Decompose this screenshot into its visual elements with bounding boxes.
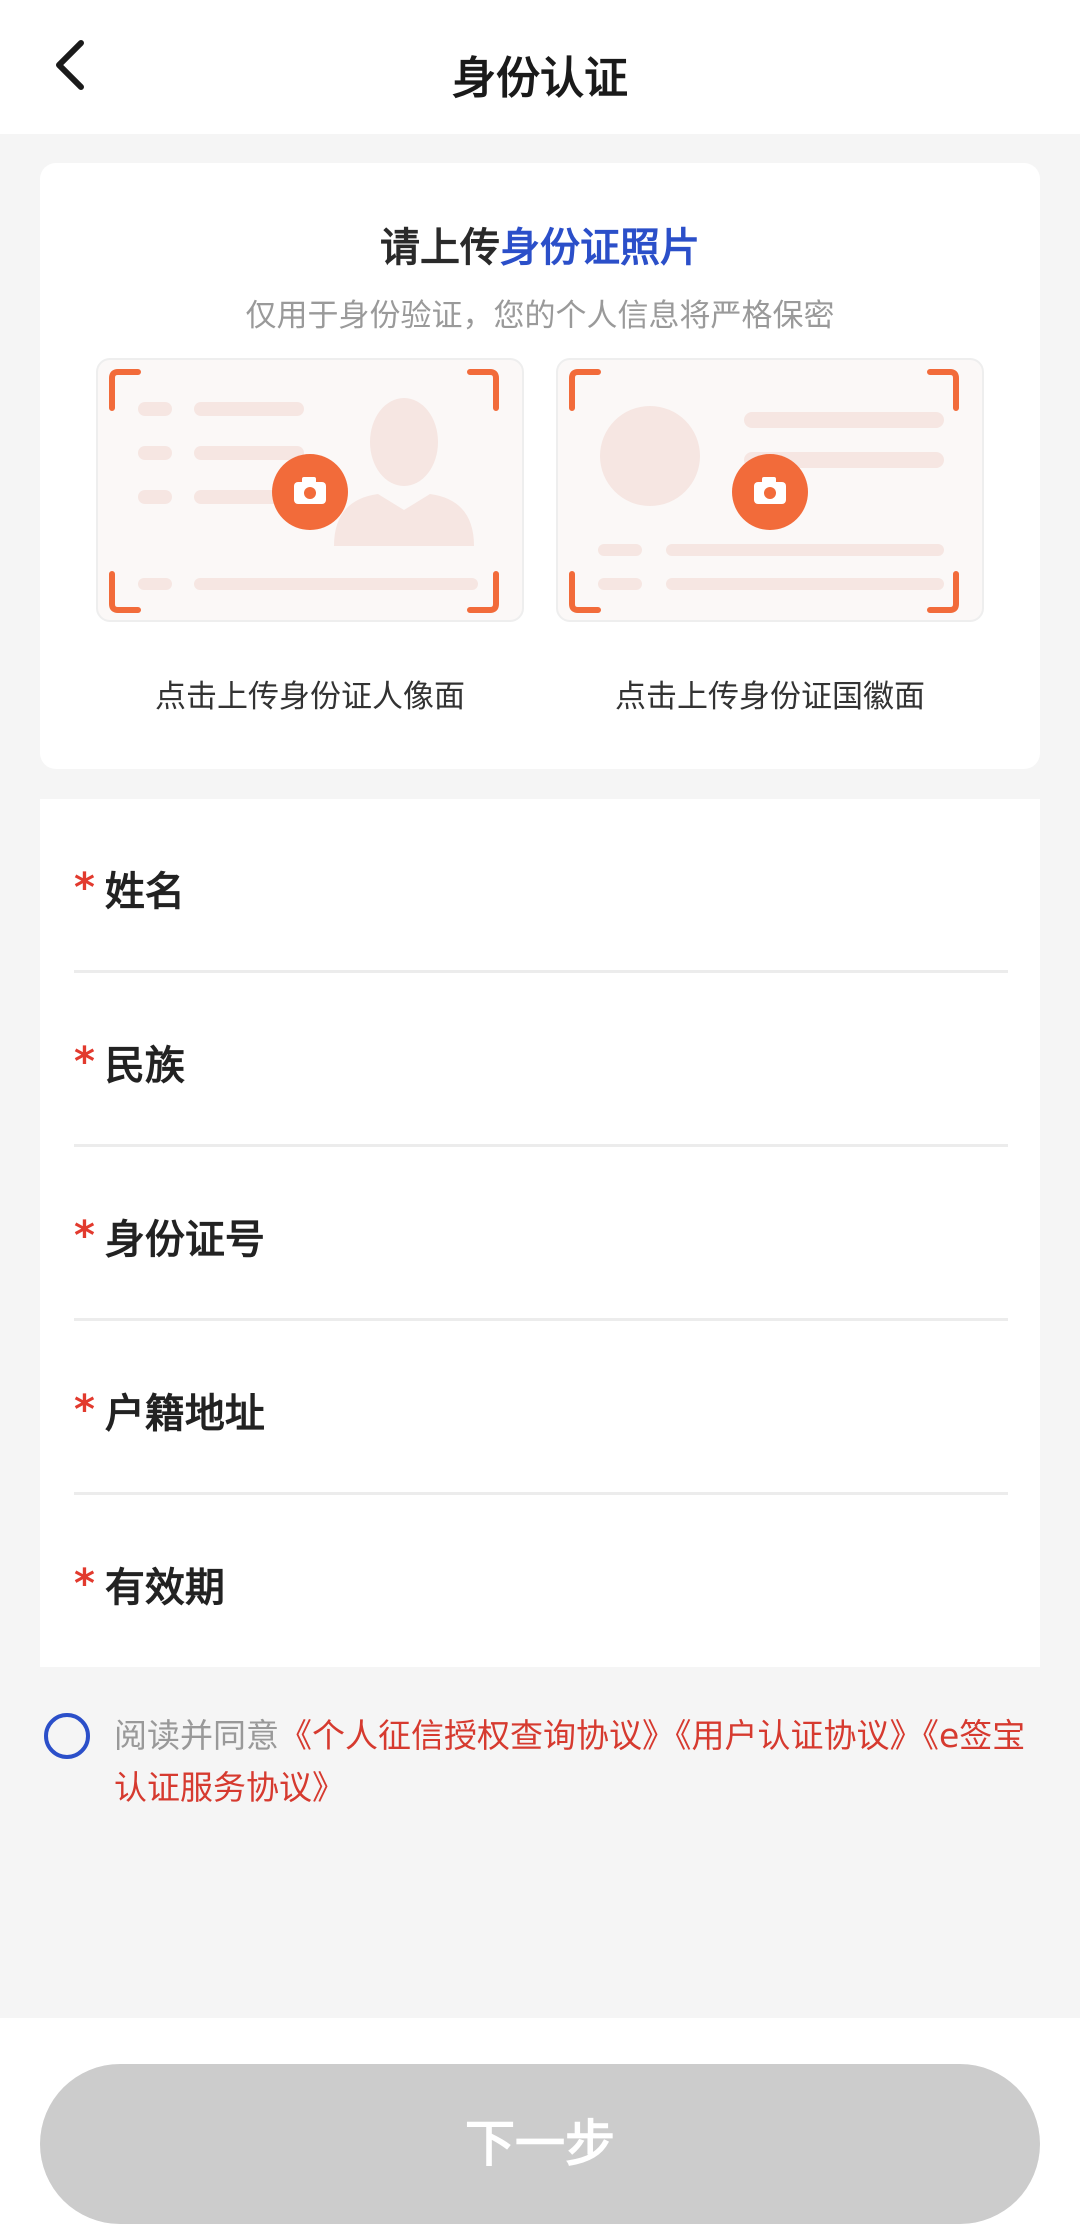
- credit-query-agreement-link[interactable]: 《个人征信授权查询协议》: [279, 1716, 675, 1755]
- required-mark: *: [74, 1561, 95, 1607]
- nav-bar: 身份认证: [0, 0, 1080, 134]
- field-label-address: 户籍地址: [104, 1391, 265, 1437]
- id-front-illustration: [109, 369, 499, 613]
- required-mark: *: [74, 1213, 95, 1259]
- id-upload-card: 请上传身份证照片 仅用于身份验证，您的个人信息将严格保密 点击上传身份证人像面 …: [40, 163, 1040, 769]
- upload-title-highlight: 身份证照片: [500, 225, 700, 271]
- required-mark: *: [74, 1387, 95, 1433]
- id-number-input[interactable]: [314, 1195, 1004, 1265]
- upload-title-prefix: 请上传: [380, 225, 500, 271]
- front-upload-label[interactable]: 点击上传身份证人像面: [96, 671, 524, 716]
- upload-subtitle: 仅用于身份验证，您的个人信息将严格保密: [245, 298, 835, 334]
- form-row-ethnicity[interactable]: * 民族: [74, 973, 1008, 1147]
- upload-title: 请上传身份证照片: [40, 215, 1040, 273]
- agreement-text: 阅读并同意《个人征信授权查询协议》《用户认证协议》《e签宝认证服务协议》: [114, 1710, 1054, 1814]
- page-title: 身份认证: [452, 53, 628, 104]
- id-card-back-upload[interactable]: [556, 358, 984, 622]
- required-mark: *: [74, 865, 95, 911]
- form-row-id-number[interactable]: * 身份证号: [74, 1147, 1008, 1321]
- form-row-address[interactable]: * 户籍地址: [74, 1321, 1008, 1495]
- agreement-prefix: 阅读并同意: [114, 1716, 279, 1755]
- validity-input[interactable]: [314, 1543, 1004, 1613]
- id-card-front-upload[interactable]: [96, 358, 524, 622]
- field-label-name: 姓名: [104, 869, 185, 915]
- user-auth-agreement-link[interactable]: 《用户认证协议》: [675, 1716, 923, 1755]
- ethnicity-input[interactable]: [314, 1021, 1004, 1091]
- agreement-checkbox[interactable]: [44, 1713, 90, 1759]
- footer-bar: 下一步: [0, 2018, 1080, 2224]
- agreement-row: 阅读并同意《个人征信授权查询协议》《用户认证协议》《e签宝认证服务协议》: [44, 1710, 1044, 1820]
- form-row-validity[interactable]: * 有效期: [74, 1495, 1008, 1669]
- form-row-name[interactable]: * 姓名: [74, 799, 1008, 973]
- id-info-form: * 姓名 * 民族 * 身份证号 * 户籍地址 * 有效期: [40, 799, 1040, 1667]
- field-label-id-number: 身份证号: [104, 1217, 265, 1263]
- field-label-validity: 有效期: [104, 1565, 225, 1611]
- field-label-ethnicity: 民族: [104, 1043, 185, 1089]
- id-back-illustration: [569, 369, 959, 613]
- next-step-button[interactable]: 下一步: [40, 2064, 1040, 2224]
- required-mark: *: [74, 1039, 95, 1085]
- address-input[interactable]: [314, 1369, 1004, 1439]
- name-input[interactable]: [314, 847, 1004, 917]
- back-upload-label[interactable]: 点击上传身份证国徽面: [556, 671, 984, 716]
